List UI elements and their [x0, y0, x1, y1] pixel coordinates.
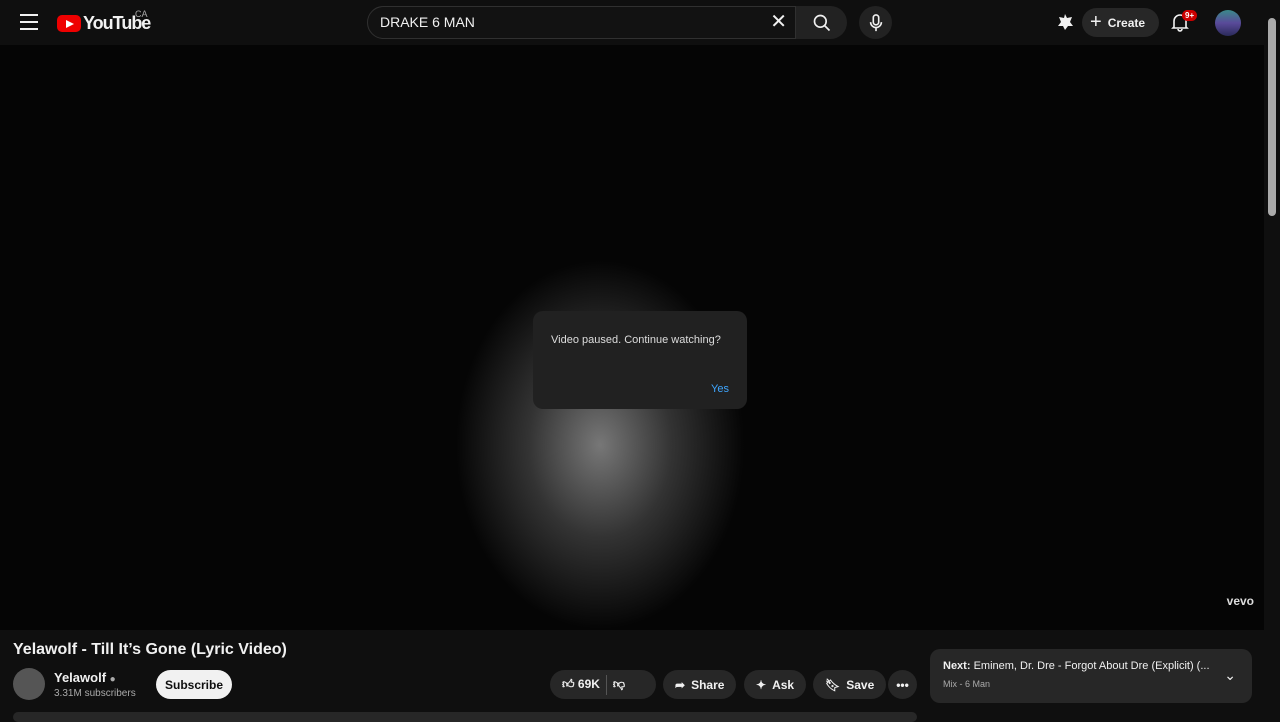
- channel-avatar[interactable]: [13, 668, 45, 700]
- more-actions-button[interactable]: •••: [888, 670, 917, 699]
- vevo-watermark: vevo: [1226, 594, 1254, 608]
- subscribe-button[interactable]: Subscribe: [156, 670, 232, 699]
- more-icon: •••: [896, 677, 909, 692]
- create-button[interactable]: + Create: [1082, 8, 1159, 37]
- verified-icon: ●: [109, 674, 116, 685]
- thumbs-up-icon: 👍︎: [562, 677, 575, 691]
- notification-badge: 9+: [1182, 10, 1198, 21]
- subscriber-count: 3.31M subscribers: [54, 688, 136, 699]
- mic-icon: [869, 13, 882, 31]
- video-title: Yelawolf - Till It’s Gone (Lyric Video): [13, 641, 287, 658]
- dislike-button[interactable]: 👎︎: [613, 677, 625, 692]
- avatar[interactable]: [1215, 10, 1241, 36]
- like-button[interactable]: 👍︎ 69K: [562, 677, 600, 692]
- clear-search-icon[interactable]: ✕: [770, 12, 787, 32]
- search-input[interactable]: DRAKE 6 MAN ✕: [367, 6, 796, 39]
- next-up-card[interactable]: Next: Eminem, Dr. Dre - Forgot About Dre…: [930, 649, 1252, 703]
- search-button[interactable]: [796, 6, 847, 39]
- thumbs-down-icon: 👎︎: [612, 677, 626, 691]
- divider: [605, 674, 607, 695]
- ask-button[interactable]: ✦ Ask: [744, 670, 807, 699]
- youtube-play-icon: [57, 15, 81, 32]
- share-button[interactable]: ➦ Share: [663, 670, 737, 699]
- plus-icon: +: [1090, 11, 1102, 33]
- search-icon: [813, 14, 830, 31]
- menu-icon[interactable]: [20, 14, 38, 30]
- channel-name[interactable]: Yelawolf ●: [54, 670, 116, 685]
- top-bar: YouTube CA DRAKE 6 MAN ✕ + Create 9+: [0, 0, 1264, 45]
- scrollbar[interactable]: [1264, 0, 1280, 720]
- chevron-down-icon[interactable]: ⌄: [1224, 667, 1236, 684]
- share-icon: ➦: [675, 677, 686, 692]
- bookmark-icon: 🔖︎: [825, 677, 841, 692]
- sparkle-icon: ✦: [756, 677, 767, 692]
- scrollbar-thumb[interactable]: [1268, 18, 1276, 216]
- save-button[interactable]: 🔖︎ Save: [813, 670, 887, 699]
- continue-yes-button[interactable]: Yes: [711, 383, 729, 395]
- description-box[interactable]: [13, 712, 917, 722]
- sparkle-badge-icon[interactable]: [1056, 13, 1074, 31]
- paused-dialog: Video paused. Continue watching? Yes: [533, 311, 747, 409]
- country-code: CA: [135, 9, 148, 19]
- like-dislike-group: 👍︎ 69K 👎︎: [550, 670, 656, 699]
- voice-search-button[interactable]: [859, 6, 892, 39]
